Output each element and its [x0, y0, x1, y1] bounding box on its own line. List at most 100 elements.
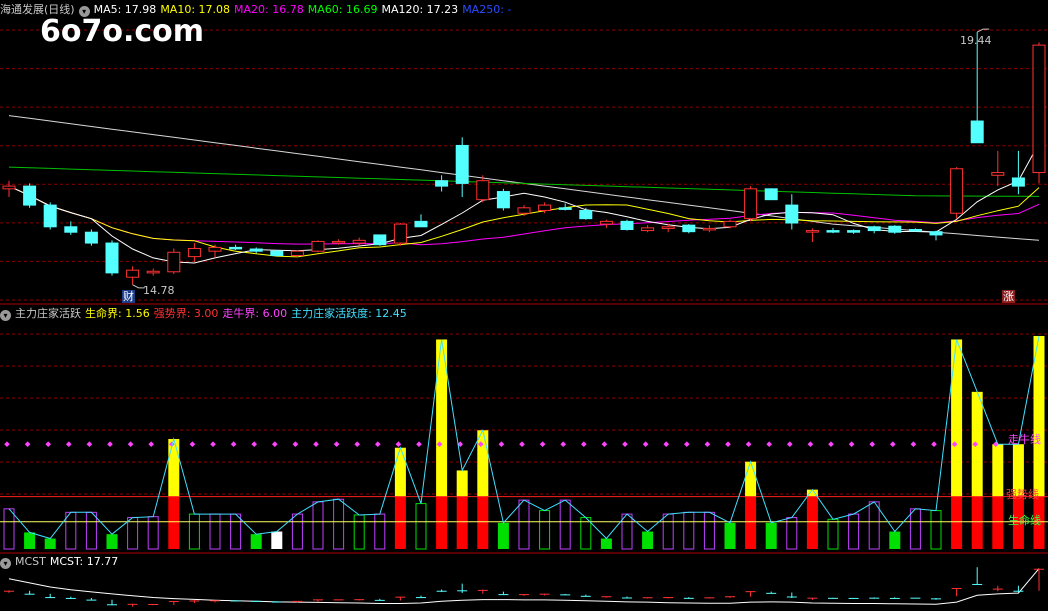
bull-level-dot	[210, 441, 216, 448]
candle-body	[352, 239, 366, 244]
candle-body	[393, 223, 407, 244]
bull-level-dot	[230, 441, 237, 448]
candle-body	[991, 172, 1005, 176]
mcst-panel-header: ▾ MCST MCST: 17.77	[0, 554, 122, 570]
candle-body	[23, 185, 37, 206]
candle-body	[558, 207, 572, 210]
chevron-down-icon[interactable]: ▾	[0, 558, 11, 569]
candle-body	[579, 210, 593, 220]
candle-body	[2, 185, 16, 190]
indicator-bar-strong	[745, 496, 757, 549]
indicator-bar-hollow	[868, 501, 880, 550]
mcst-value-label: MCST: 17.77	[49, 555, 119, 568]
bull-level-dot	[931, 441, 937, 448]
bull-level-dot	[498, 441, 505, 448]
high-price-label: 19.44	[960, 34, 992, 47]
candle-body	[249, 248, 263, 252]
life-line-label: 生命线	[1008, 514, 1041, 527]
indicator-bar-hollow	[291, 513, 303, 550]
indicator-bar-solid	[889, 531, 901, 549]
indicator-bar-hollow	[703, 511, 715, 550]
finance-badge[interactable]: 财	[122, 290, 135, 303]
indicator-bar-hollow	[230, 513, 242, 550]
chevron-down-icon[interactable]: ▾	[78, 6, 90, 17]
ma-label-5: MA250: -	[462, 3, 512, 16]
candle-body	[785, 204, 799, 224]
indicator-label-1: 强势界: 3.00	[153, 307, 219, 320]
bull-line-label: 走牛线	[1008, 433, 1041, 446]
indicator-bar-hollow	[930, 510, 942, 550]
indicator-panel-title: 主力庄家活跃	[15, 307, 81, 320]
indicator-bar-hollow	[3, 508, 15, 550]
candle-body	[167, 251, 181, 273]
bull-level-dot	[704, 441, 711, 448]
candle-body	[538, 204, 552, 212]
indicator-bar-solid	[24, 532, 36, 549]
indicator-bar-strong	[992, 496, 1004, 549]
indicator-label-0: 生命界: 1.56	[85, 307, 150, 320]
indicator-bar-strong	[456, 496, 468, 549]
indicator-bar-hollow	[827, 518, 839, 550]
bull-level-dot	[663, 441, 670, 448]
indicator-bar-solid	[724, 522, 736, 549]
candle-body	[414, 220, 428, 228]
indicator-bar-hollow	[518, 499, 530, 550]
indicator-bar-active	[456, 470, 468, 497]
indicator-bar-strong	[806, 496, 818, 549]
candle-body	[641, 227, 655, 232]
indicator-bar-hollow	[580, 517, 592, 550]
strong-line-label: 强势线	[1006, 488, 1039, 501]
indicator-bar-strong	[436, 496, 448, 549]
candle-body	[290, 250, 304, 257]
candle-body	[929, 231, 943, 236]
candle-body	[682, 224, 696, 233]
indicator-bar-solid	[497, 522, 509, 549]
bull-level-dot	[622, 441, 628, 448]
rise-badge[interactable]: 涨	[1002, 290, 1015, 303]
indicator-bar-hollow	[786, 517, 798, 550]
bull-level-dot	[560, 441, 567, 448]
ma10-line	[8, 185, 1040, 258]
candle-body	[84, 231, 98, 244]
candle-body	[229, 246, 243, 250]
indicator-bar-solid	[271, 531, 283, 549]
indicator-bar-active	[951, 339, 963, 497]
indicator-label-3: 主力庄家活跃度: 12.45	[291, 307, 407, 320]
candle-body	[723, 220, 737, 228]
indicator-bar-hollow	[621, 513, 633, 550]
indicator-bar-strong	[168, 496, 180, 549]
indicator-bar-hollow	[539, 510, 551, 550]
bull-level-dot	[189, 441, 196, 448]
indicator-bar-hollow	[333, 498, 345, 550]
indicator-bar-active	[168, 438, 180, 497]
chevron-down-icon[interactable]: ▾	[0, 310, 11, 321]
indicator-bar-active	[992, 444, 1004, 497]
low-price-label: 14.78	[143, 284, 175, 297]
bull-level-dot	[251, 441, 258, 448]
price-panel-title: 海通发展(日线)	[0, 3, 75, 16]
candle-body	[702, 227, 716, 231]
bull-level-dot	[45, 441, 52, 448]
indicator-labels: 生命界: 1.56 强势界: 3.00 走牛界: 6.00 主力庄家活跃度: 12.4…	[85, 307, 411, 320]
indicator-bar-solid	[600, 538, 612, 549]
bull-level-dot	[683, 441, 690, 448]
candle-body	[455, 144, 469, 184]
bull-level-dot	[786, 441, 793, 448]
indicator-bar-solid	[44, 538, 56, 549]
bull-level-dot	[374, 441, 381, 448]
candle-body	[1032, 44, 1046, 174]
indicator-bar-hollow	[559, 499, 571, 550]
indicator-bar-hollow	[65, 511, 77, 550]
bull-level-dot	[889, 441, 896, 448]
candle-body	[332, 240, 346, 244]
indicator-bar-hollow	[415, 503, 427, 550]
bull-level-dot	[580, 441, 587, 448]
indicator-bar-hollow	[188, 513, 200, 550]
bull-level-dot	[24, 441, 31, 448]
indicator-bar-active	[1033, 335, 1045, 497]
candle-body	[970, 120, 984, 144]
candle-body	[435, 180, 449, 187]
indicator-bar-active	[394, 447, 406, 497]
bull-level-dot	[869, 441, 876, 448]
indicator-bar-solid	[106, 534, 118, 549]
